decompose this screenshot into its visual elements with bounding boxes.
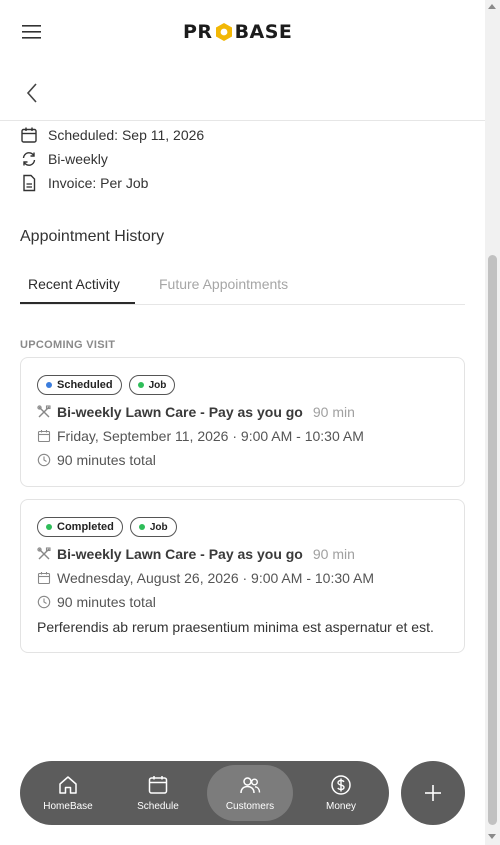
type-dot [138,524,145,530]
total-duration: 90 minutes total [57,452,156,468]
tab-recent-activity[interactable]: Recent Activity [28,276,120,292]
tools-icon [37,547,51,560]
nav-label: HomeBase [43,801,93,812]
type-text: Job [149,521,168,533]
tools-icon [37,405,51,418]
back-chevron-icon[interactable] [24,82,40,104]
status-dot [46,524,52,530]
service-line: Bi-weekly Lawn Care - Pay as you go 90 m… [37,546,355,562]
status-text: Completed [57,521,114,533]
appointment-date: Wednesday, August 26, 2026 · 9:00 AM - 1… [57,570,375,586]
logo-text-left: PR [183,21,213,43]
scroll-down-arrow[interactable] [488,834,496,839]
appointment-note: Perferendis ab rerum praesentium minima … [37,619,434,635]
home-icon [59,776,77,794]
logo-text-right: BASE [234,21,293,43]
nav-item-customers[interactable]: Customers [207,765,293,821]
service-duration: 90 min [312,404,355,420]
calendar-icon [148,776,168,794]
scheduled-row: Scheduled: Sep 11, 2026 [20,126,204,144]
repeat-icon [22,152,36,166]
type-badge: Job [129,517,177,537]
total-duration: 90 minutes total [57,594,156,610]
nav-label: Money [325,801,356,812]
clock-icon [37,453,51,467]
menu-icon[interactable] [22,24,42,40]
scroll-up-arrow[interactable] [488,4,496,9]
frequency-row: Bi-weekly [20,150,108,168]
add-button[interactable] [401,761,465,825]
status-badge: Completed [37,517,123,537]
status-dot [46,382,52,388]
dollar-icon [331,775,351,795]
back-row [0,64,485,121]
bottom-nav: HomeBase Schedule Customers Money [20,761,389,825]
service-line: Bi-weekly Lawn Care - Pay as you go 90 m… [37,404,355,420]
nav-label: Schedule [137,801,179,812]
service-title: Bi-weekly Lawn Care - Pay as you go [57,404,303,420]
scrollbar-thumb[interactable] [488,255,497,825]
calendar-icon [37,430,51,443]
users-icon [240,777,261,794]
invoice-text: Invoice: Per Job [48,175,149,191]
active-tab-indicator [20,302,135,304]
badge-group: Scheduled Job [37,375,176,395]
date-line: Friday, September 11, 2026 · 9:00 AM - 1… [37,428,364,444]
type-dot [137,382,144,388]
service-title: Bi-weekly Lawn Care - Pay as you go [57,546,303,562]
nav-item-schedule[interactable]: Schedule [115,765,201,821]
history-tabs: Recent Activity Future Appointments [20,270,465,305]
nav-item-money[interactable]: Money [298,765,384,821]
top-bar: PR BASE [0,0,485,64]
service-duration: 90 min [312,546,355,562]
badge-group: Completed Job [37,517,177,537]
nav-item-homebase[interactable]: HomeBase [25,765,111,821]
clock-icon [37,595,51,609]
document-icon [23,174,36,192]
plus-icon [425,785,441,801]
tab-future-appointments[interactable]: Future Appointments [159,276,288,292]
calendar-icon [37,572,51,585]
total-line: 90 minutes total [37,594,156,610]
status-badge: Scheduled [37,375,122,395]
logo-hex-icon [215,23,232,41]
type-badge: Job [128,375,176,395]
appointment-history-title: Appointment History [20,228,165,245]
status-text: Scheduled [57,379,113,391]
calendar-icon [21,127,37,143]
appointment-card[interactable]: Completed Job Bi-weekly Lawn Care - Pay … [20,499,465,653]
scrollbar[interactable] [485,0,500,845]
scheduled-text: Scheduled: Sep 11, 2026 [48,127,205,143]
date-line: Wednesday, August 26, 2026 · 9:00 AM - 1… [37,570,374,586]
invoice-row: Invoice: Per Job [20,174,148,192]
appointment-card[interactable]: Scheduled Job Bi-weekly Lawn Care - Pay … [20,357,465,487]
frequency-text: Bi-weekly [48,151,108,167]
total-line: 90 minutes total [37,452,156,468]
type-text: Job [148,379,167,391]
nav-label: Customers [225,801,275,812]
probase-logo: PR BASE [183,19,292,45]
appointment-date: Friday, September 11, 2026 · 9:00 AM - 1… [57,428,364,444]
upcoming-visit-label: UPCOMING VISIT [20,339,116,351]
